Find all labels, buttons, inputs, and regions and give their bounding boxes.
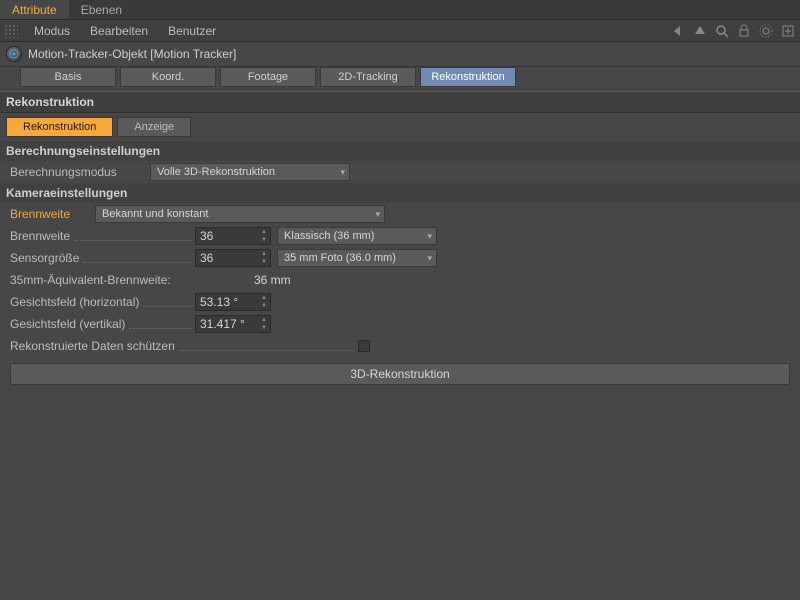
section-rekonstruktion: Rekonstruktion [0, 91, 800, 113]
nav-back-icon[interactable] [670, 23, 686, 39]
label-berechnungsmodus: Berechnungsmodus [10, 165, 117, 179]
dropdown-sensor-preset[interactable]: 35 mm Foto (36.0 mm) [277, 249, 437, 267]
menu-bearbeiten[interactable]: Bearbeiten [80, 24, 158, 38]
label-35mm-equiv: 35mm-Äquivalent-Brennweite: [10, 273, 171, 287]
label-sensorgroesse: Sensorgröße [10, 251, 79, 265]
label-fov-horizontal: Gesichtsfeld (horizontal) [10, 295, 139, 309]
button-3d-rekonstruktion[interactable]: 3D-Rekonstruktion [10, 363, 790, 385]
gear-icon[interactable] [758, 23, 774, 39]
motion-tracker-icon [6, 46, 22, 62]
input-fov-vertical[interactable]: 31.417 °▲▼ [195, 315, 271, 333]
tab-ebenen[interactable]: Ebenen [69, 0, 134, 19]
tab-koord[interactable]: Koord. [120, 67, 216, 87]
spinner-up-icon[interactable]: ▲ [258, 294, 270, 302]
search-icon[interactable] [714, 23, 730, 39]
spinner-up-icon[interactable]: ▲ [258, 228, 270, 236]
panel-grip-icon[interactable] [4, 24, 18, 38]
label-fov-vertical: Gesichtsfeld (vertikal) [10, 317, 125, 331]
subtab-rekonstruktion[interactable]: Rekonstruktion [6, 117, 113, 137]
label-brennweite: Brennweite [10, 229, 70, 243]
spinner-down-icon[interactable]: ▼ [258, 258, 270, 266]
value-35mm-equiv: 36 mm [250, 273, 291, 287]
dropdown-brennweite-known[interactable]: Bekannt und konstant [95, 205, 385, 223]
lock-icon[interactable] [736, 23, 752, 39]
tab-basis[interactable]: Basis [20, 67, 116, 87]
menu-modus[interactable]: Modus [24, 24, 80, 38]
object-title: Motion-Tracker-Objekt [Motion Tracker] [28, 47, 236, 61]
label-protect-data: Rekonstruierte Daten schützen [10, 339, 175, 353]
spinner-up-icon[interactable]: ▲ [258, 316, 270, 324]
nav-up-icon[interactable] [692, 23, 708, 39]
tab-attribute[interactable]: Attribute [0, 0, 69, 19]
dropdown-brennweite-preset[interactable]: Klassisch (36 mm) [277, 227, 437, 245]
subtab-anzeige[interactable]: Anzeige [117, 117, 191, 137]
tab-2d-tracking[interactable]: 2D-Tracking [320, 67, 416, 87]
tab-rekonstruktion[interactable]: Rekonstruktion [420, 67, 516, 87]
spinner-down-icon[interactable]: ▼ [258, 236, 270, 244]
spinner-down-icon[interactable]: ▼ [258, 302, 270, 310]
menu-benutzer[interactable]: Benutzer [158, 24, 226, 38]
new-panel-icon[interactable] [780, 23, 796, 39]
spinner-down-icon[interactable]: ▼ [258, 324, 270, 332]
section-kamera: Kameraeinstellungen [0, 183, 800, 203]
checkbox-protect-data[interactable] [358, 340, 370, 352]
tab-footage[interactable]: Footage [220, 67, 316, 87]
spinner-up-icon[interactable]: ▲ [258, 250, 270, 258]
input-sensorgroesse[interactable]: 36▲▼ [195, 249, 271, 267]
section-berechnung: Berechnungseinstellungen [0, 141, 800, 161]
input-fov-horizontal[interactable]: 53.13 °▲▼ [195, 293, 271, 311]
dropdown-berechnungsmodus[interactable]: Volle 3D-Rekonstruktion [150, 163, 350, 181]
input-brennweite[interactable]: 36▲▼ [195, 227, 271, 245]
label-brennweite-known: Brennweite [10, 207, 70, 221]
